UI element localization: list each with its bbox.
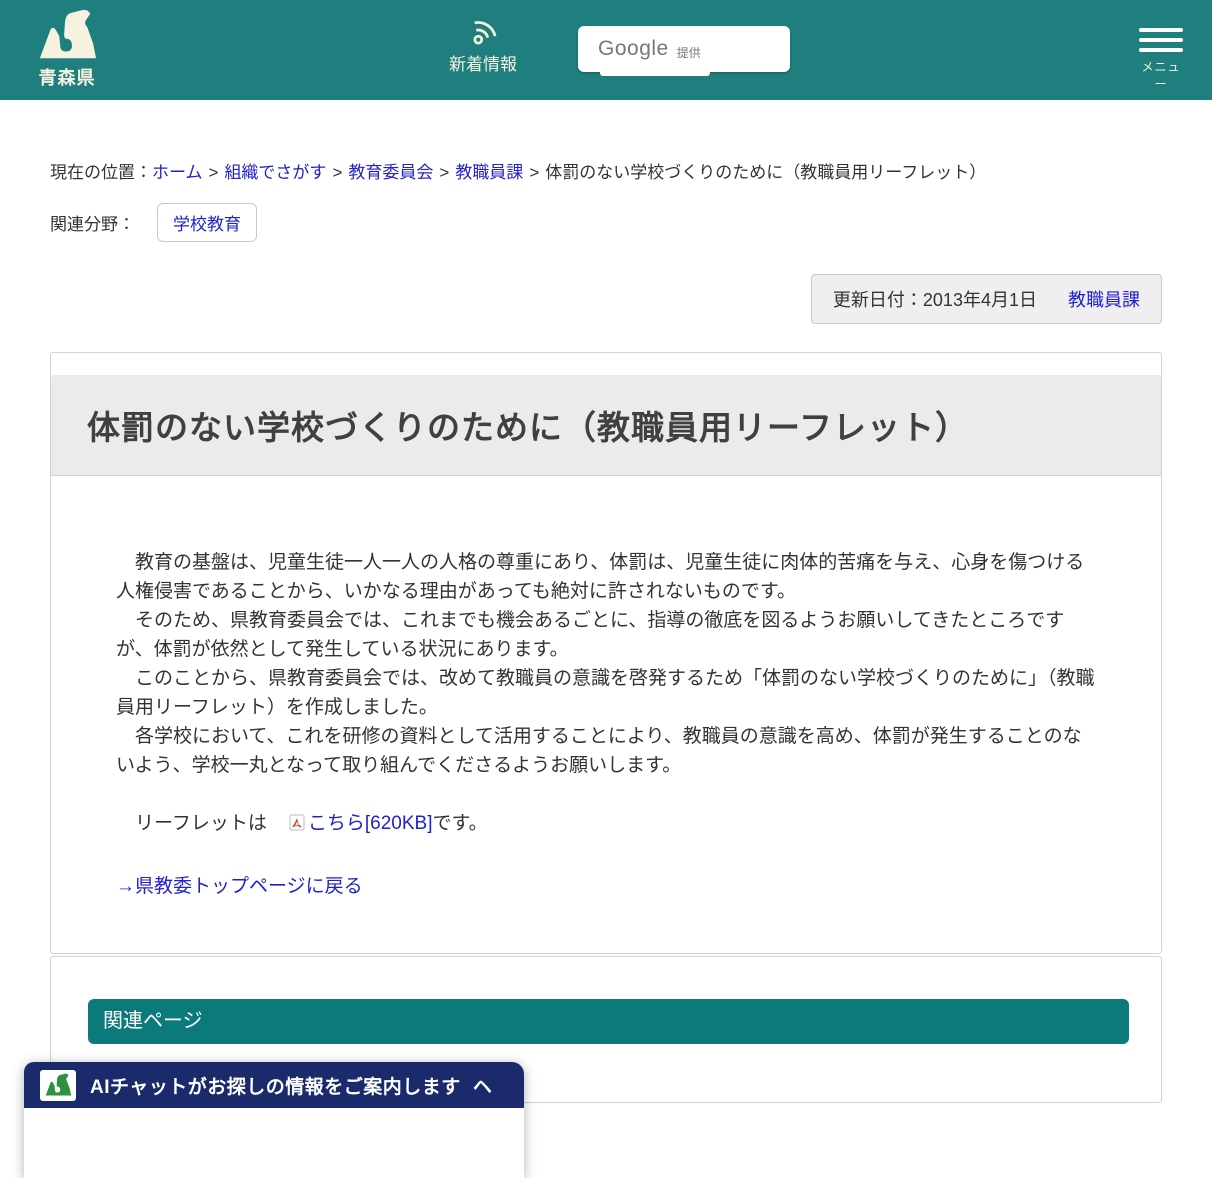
menu-button[interactable]: メニュー xyxy=(1138,28,1184,92)
article-paragraph: 各学校において、これを研修の資料として活用することにより、教職員の意識を高め、体… xyxy=(116,726,1082,777)
news-label: 新着情報 xyxy=(449,55,517,74)
breadcrumb-link-dept[interactable]: 教職員課 xyxy=(455,163,523,182)
leaflet-pdf-link[interactable]: こちら[620KB] xyxy=(308,813,433,834)
related-pages-heading: 関連ページ xyxy=(88,999,1129,1045)
breadcrumb-link-org[interactable]: 組織でさがす xyxy=(224,163,326,182)
aomori-logo-icon xyxy=(34,8,100,62)
chevron-up-icon: ヘ xyxy=(472,1076,492,1098)
ai-chat-widget: AIチャットがお探しの情報をご案内します ヘ xyxy=(24,1062,524,1178)
prefecture-logo[interactable]: 青森県 xyxy=(34,8,100,90)
news-button[interactable]: 新着情報 xyxy=(438,16,528,75)
article-paragraph: このことから、県教育委員会では、改めて教職員の意識を啓発するため「体罰のない学校… xyxy=(116,668,1095,719)
back-line: →県教委トップページに戻る xyxy=(116,872,1096,901)
hamburger-icon xyxy=(1138,28,1184,52)
leaflet-text-after: です。 xyxy=(432,813,488,835)
related-field-label: 関連分野： xyxy=(50,215,135,234)
related-field-tag-school-education[interactable]: 学校教育 xyxy=(157,203,257,242)
breadcrumb-prefix: 現在の位置： xyxy=(50,163,152,182)
ai-chat-panel xyxy=(24,1108,524,1178)
logo-text: 青森県 xyxy=(38,68,96,88)
rss-icon xyxy=(438,16,528,46)
search-input[interactable]: Google 提供 xyxy=(578,26,790,72)
page-title: 体罰のない学校づくりのために（教職員用リーフレット） xyxy=(51,375,1161,477)
ai-chat-label: AIチャットがお探しの情報をご案内します xyxy=(90,1076,461,1098)
update-info-box: 更新日付：2013年4月1日 教職員課 xyxy=(810,274,1162,324)
google-brand-text: Google xyxy=(598,37,669,60)
update-date: 更新日付：2013年4月1日 xyxy=(832,290,1037,310)
search-provided-text: 提供 xyxy=(676,45,701,60)
site-header: 青森県 新着情報 Google 提供 メニュー xyxy=(0,0,1212,100)
breadcrumb: 現在の位置：ホーム > 組織でさがす > 教育委員会 > 教職員課 > 体罰のない学校づくりのた… xyxy=(50,163,987,182)
breadcrumb-link-home[interactable]: ホーム xyxy=(152,163,203,182)
pdf-file-icon xyxy=(270,811,305,840)
leaflet-line: リーフレットは こちら[620KB]です。 xyxy=(116,809,1096,840)
related-field-row: 関連分野： 学校教育 xyxy=(50,203,1162,242)
menu-label: メニュー xyxy=(1141,60,1181,91)
search-box-tab xyxy=(600,68,710,76)
main-content: 現在の位置：ホーム > 組織でさがす > 教育委員会 > 教職員課 > 体罰のない学校づくりのた… xyxy=(50,158,1162,1104)
breadcrumb-link-board[interactable]: 教育委員会 xyxy=(348,163,433,182)
article-card: 体罰のない学校づくりのために（教職員用リーフレット） 教育の基盤は、児童生徒一人… xyxy=(50,352,1162,955)
ai-chat-toggle-button[interactable]: AIチャットがお探しの情報をご案内します ヘ xyxy=(24,1062,524,1108)
back-to-top-link[interactable]: →県教委トップページに戻る xyxy=(116,876,363,897)
aomori-chat-logo-icon xyxy=(40,1069,76,1101)
leaflet-text-before: リーフレットは xyxy=(135,813,267,835)
article-body: 教育の基盤は、児童生徒一人一人の人格の尊重にあり、体罰は、児童生徒に肉体的苦痛を… xyxy=(51,498,1161,953)
breadcrumb-current: 体罰のない学校づくりのために（教職員用リーフレット） xyxy=(545,163,987,182)
article-paragraph: 教育の基盤は、児童生徒一人一人の人格の尊重にあり、体罰は、児童生徒に肉体的苦痛を… xyxy=(116,552,1085,603)
department-link[interactable]: 教職員課 xyxy=(1068,290,1140,310)
article-paragraph: そのため、県教育委員会では、これまでも機会あるごとに、指導の徹底を図るようお願い… xyxy=(116,610,1065,661)
meta-row: 更新日付：2013年4月1日 教職員課 xyxy=(50,274,1162,324)
